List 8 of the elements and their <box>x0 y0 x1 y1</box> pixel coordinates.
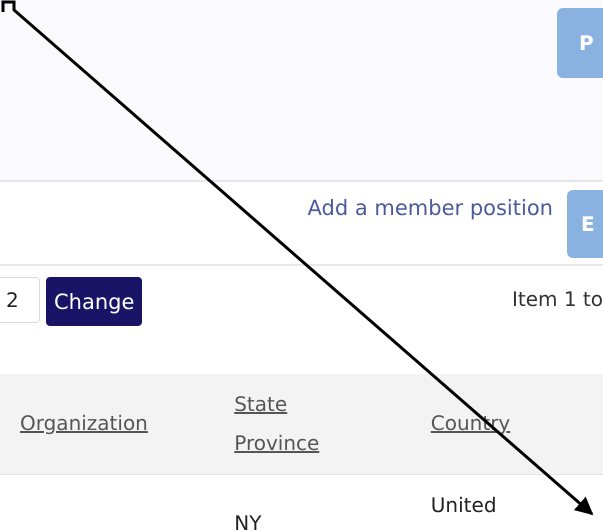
change-button[interactable]: Change <box>46 277 142 326</box>
column-header-link[interactable]: Organization <box>20 404 148 444</box>
table-cell: United <box>430 492 497 516</box>
page-size-field[interactable]: 2 <box>0 277 40 323</box>
add-member-position-link[interactable]: Add a member position <box>308 196 553 220</box>
item-range-text: Item 1 to <box>512 287 603 311</box>
table-cell: NY <box>234 510 262 532</box>
column-header-link[interactable]: State Province <box>234 384 354 463</box>
